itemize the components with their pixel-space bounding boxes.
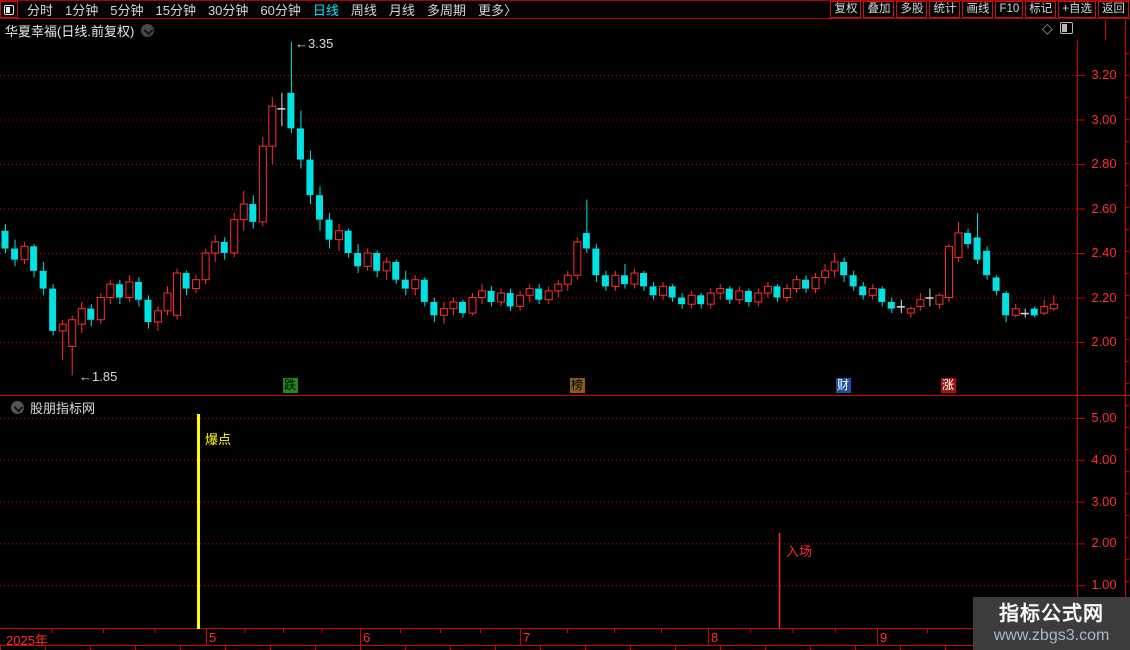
event-marker[interactable]: 涨: [940, 378, 956, 393]
indicator-axis-label: 3.00: [1091, 493, 1117, 509]
indicator-axis-label: 4.00: [1091, 451, 1117, 467]
time-axis-label: 7: [523, 630, 531, 645]
price-axis-label: 2.60: [1091, 200, 1117, 216]
price-axis-label: 2.40: [1091, 245, 1117, 260]
chart-overlays: 3.20 3.00 2.80 2.60 2.40 2.20 2.00 5.00 4.00 3.00…: [0, 0, 1130, 650]
watermark-url: www.zbgs3.com: [993, 626, 1110, 644]
indicator-axis-label: 2.00: [1091, 535, 1117, 551]
price-axis-label: 2.20: [1091, 289, 1117, 305]
time-axis-label: 6: [363, 630, 371, 645]
event-marker[interactable]: 跌: [282, 378, 298, 393]
event-marker[interactable]: 榜: [569, 378, 585, 393]
price-axis-label: 3.00: [1091, 111, 1117, 127]
price-axis-label: 2.00: [1091, 334, 1117, 349]
indicator-header: 股朋指标网: [4, 398, 95, 417]
watermark: 指标公式网 www.zbgs3.com: [973, 597, 1130, 650]
price-annotation: ←1.85: [79, 369, 118, 384]
indicator-title: 股朋指标网: [30, 401, 96, 416]
indicator-axis-label: 5.00: [1091, 410, 1117, 425]
signal-label: 入场: [786, 544, 813, 559]
price-annotation: ←3.35: [295, 36, 334, 51]
signal-label: 爆点: [205, 432, 232, 447]
event-marker[interactable]: 财: [835, 378, 851, 393]
time-axis-label: 5: [209, 630, 217, 645]
price-axis-label: 3.20: [1091, 67, 1117, 82]
time-axis-label: 8: [711, 630, 719, 645]
watermark-title: 指标公式网: [999, 602, 1104, 625]
chevron-down-icon[interactable]: [11, 401, 24, 414]
time-axis-year-label: 2025年: [6, 633, 48, 648]
indicator-axis-label: 1.00: [1091, 577, 1117, 593]
price-axis-label: 2.80: [1091, 156, 1117, 171]
time-axis-label: 9: [880, 630, 888, 645]
